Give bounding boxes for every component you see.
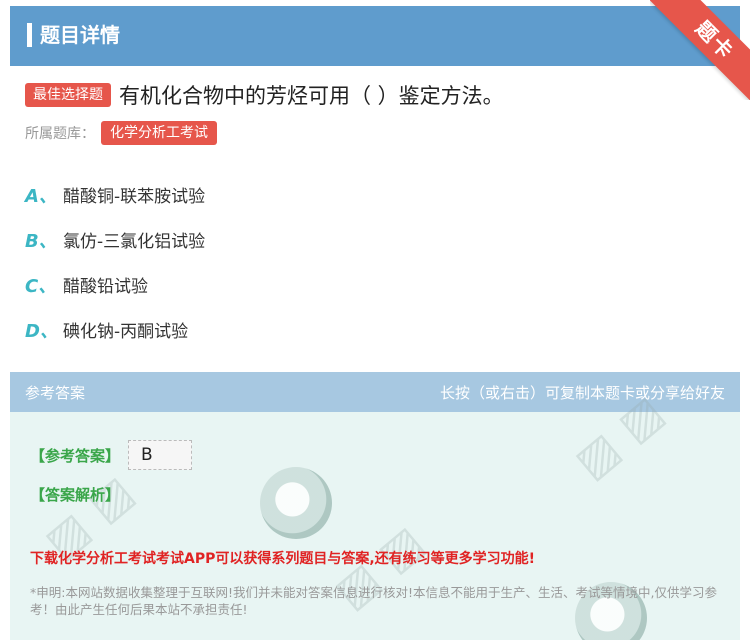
option-letter: D、 [25, 320, 58, 342]
option-text: 氯仿-三氯化铝试验 [63, 232, 206, 252]
option-c[interactable]: C、 醋酸铅试验 [25, 262, 725, 307]
bank-label: 所属题库： [25, 126, 95, 142]
option-letter: C、 [25, 275, 57, 297]
page-title: 题目详情 [40, 23, 120, 47]
option-text: 碘化钠-丙酮试验 [63, 322, 189, 342]
disclaimer-text: *申明:本网站数据收集整理于互联网!我们并未能对答案信息进行核对!本信息不能用于… [30, 585, 717, 617]
answer-panel[interactable]: 参考答案 长按（或右击）可复制本题卡或分享给好友 ▨ ▨ ▨ ▨ ▨ ▨ 【参考… [10, 372, 740, 640]
option-text: 醋酸铅试验 [63, 277, 148, 297]
watermark-logo-icon [260, 467, 332, 539]
option-a[interactable]: A、 醋酸铜-联苯胺试验 [25, 172, 725, 217]
analysis-label: 【答案解析】 [30, 486, 121, 504]
question-type-badge: 最佳选择题 [25, 83, 111, 107]
page-header: 题目详情 [10, 6, 740, 66]
option-letter: B、 [25, 230, 57, 252]
download-app-link[interactable]: 下载化学分析工考试考试APP可以获得系列题目与答案,还有练习等更多学习功能! [30, 548, 535, 568]
answer-header-title: 参考答案 [25, 383, 86, 402]
answer-label: 【参考答案】 [30, 446, 121, 465]
share-hint: 长按（或右击）可复制本题卡或分享给好友 [439, 383, 725, 402]
bank-tag[interactable]: 化学分析工考试 [101, 121, 217, 145]
answer-value: B [128, 440, 193, 470]
options-list: A、 醋酸铜-联苯胺试验 B、 氯仿-三氯化铝试验 C、 醋酸铅试验 D、 碘化… [25, 172, 725, 352]
header-accent-bar [27, 23, 32, 47]
option-b[interactable]: B、 氯仿-三氯化铝试验 [25, 217, 725, 262]
question-text: 有机化合物中的芳烃可用（ ）鉴定方法。 [119, 84, 504, 108]
option-d[interactable]: D、 碘化钠-丙酮试验 [25, 307, 725, 352]
answer-row: 【参考答案】 B [30, 440, 193, 470]
option-letter: A、 [25, 185, 57, 207]
question-block: 最佳选择题 有机化合物中的芳烃可用（ ）鉴定方法。 所属题库： 化学分析工考试 [25, 78, 725, 146]
option-text: 醋酸铜-联苯胺试验 [63, 187, 206, 207]
